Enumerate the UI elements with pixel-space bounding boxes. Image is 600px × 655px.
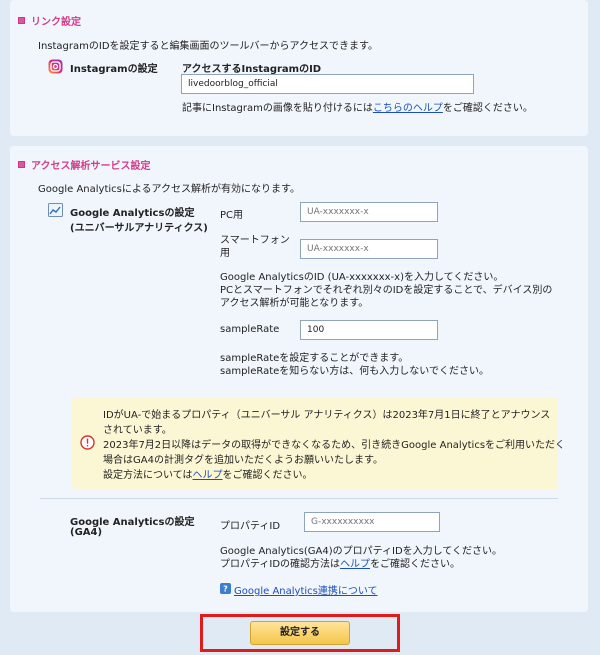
instagram-help-link[interactable]: こちらのヘルプ (373, 103, 443, 114)
link-settings-title: リンク設定 (18, 13, 81, 28)
samplerate-help-line2: sampleRateを知らない方は、何も入力しないでください。 (220, 366, 489, 377)
ga4-settings-label-line2: (GA4) (70, 527, 103, 538)
notice-line3: 2023年7月2日以降はデータの取得ができなくなるため、引き続きGoogle A… (103, 440, 566, 451)
save-button-highlight (200, 614, 400, 652)
sp-id-input[interactable] (300, 239, 438, 259)
ua-help-line3: アクセス解析が可能となります。 (220, 298, 369, 309)
section-marker-icon (18, 17, 25, 24)
warning-icon (80, 435, 95, 450)
ga-integration-link[interactable]: Google Analytics連携について (234, 582, 378, 597)
analytics-chart-icon (48, 203, 63, 217)
notice-line5: 設定方法についてはヘルプをご確認ください。 (103, 470, 313, 481)
pc-id-input[interactable] (300, 202, 438, 222)
notice-line1: IDがUA-で始まるプロパティ（ユニバーサル アナリティクス）は2023年7月1… (103, 410, 551, 421)
sp-id-label-line1: スマートフォン (220, 235, 290, 246)
samplerate-input[interactable] (300, 320, 438, 340)
ga4-settings-label-line1: Google Analyticsの設定 (70, 517, 195, 528)
instagram-help-text: 記事にInstagramの画像を貼り付けるにはこちらのヘルプをご確認ください。 (182, 103, 533, 114)
notice-help-link[interactable]: ヘルプ (193, 470, 223, 481)
sp-id-label-line2: 用 (220, 248, 230, 259)
link-settings-description: InstagramのIDを設定すると編集画面のツールバーからアクセスできます。 (38, 41, 379, 52)
ua-settings-label-line1: Google Analyticsの設定 (70, 208, 195, 219)
section-divider (40, 498, 558, 499)
analytics-settings-title: アクセス解析サービス設定 (18, 157, 151, 172)
ga4-help-link[interactable]: ヘルプ (340, 559, 370, 570)
property-id-input[interactable] (304, 512, 440, 532)
instagram-id-header: アクセスするInstagramのID (182, 64, 322, 75)
notice-line2: されています。 (103, 425, 172, 436)
svg-text:?: ? (223, 585, 228, 594)
instagram-label: Instagramの設定 (70, 64, 158, 75)
ua-settings-label-line2: (ユニバーサルアナリティクス) (70, 223, 208, 234)
help-question-icon: ? (220, 583, 231, 594)
instagram-icon (48, 59, 63, 74)
notice-line4: 場合はGA4の計測タグを追加いただくようお願いいたします。 (103, 455, 383, 466)
pc-id-label: PC用 (220, 210, 244, 221)
property-id-label: プロパティID (220, 521, 281, 532)
section-marker-icon (18, 161, 25, 168)
instagram-id-input[interactable] (181, 74, 474, 94)
samplerate-label: sampleRate (220, 324, 280, 335)
ga4-help-line2: プロパティIDの確認方法はヘルプをご確認ください。 (220, 559, 461, 570)
analytics-description: Google Analyticsによるアクセス解析が有効になります。 (38, 184, 301, 195)
